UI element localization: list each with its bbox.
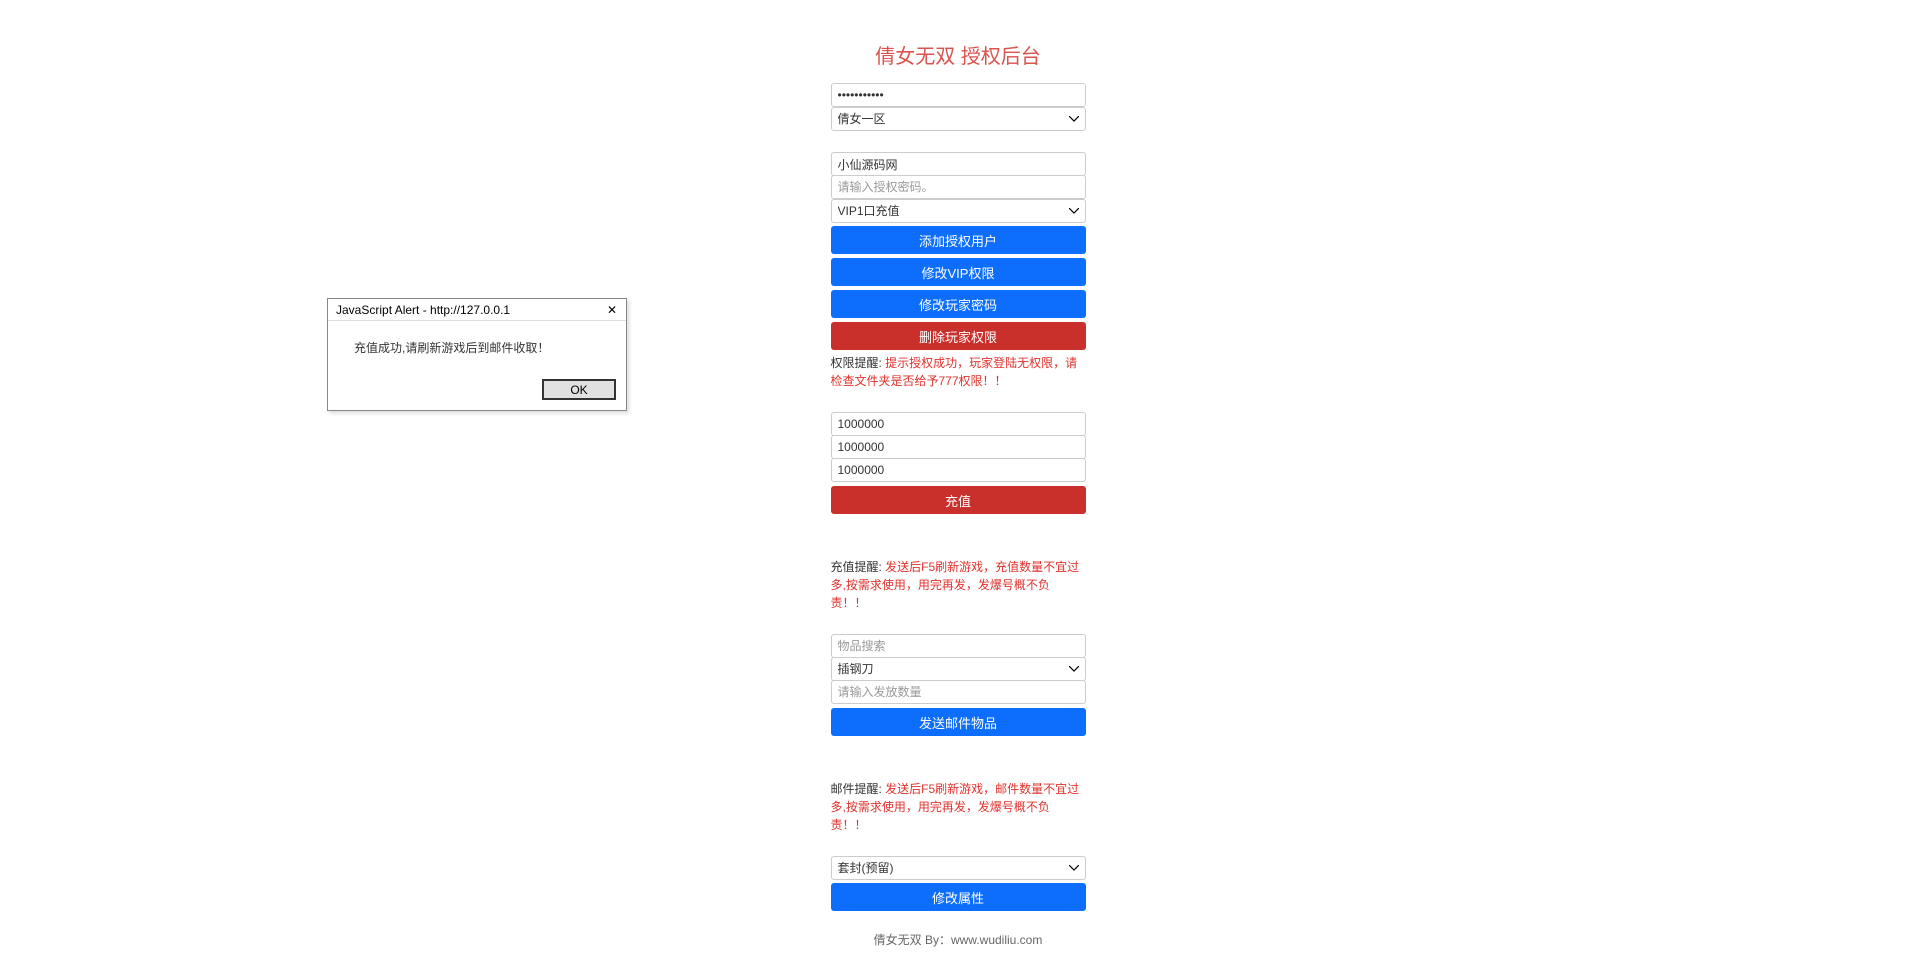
js-alert-dialog: JavaScript Alert - http://127.0.0.1 ✕ 充值…	[327, 298, 627, 411]
auth-note-label: 权限提醒:	[831, 356, 886, 370]
mail-section: 插钢刀 发送邮件物品	[831, 634, 1086, 736]
auth-username-input[interactable]	[831, 152, 1086, 176]
add-auth-user-button[interactable]: 添加授权用户	[831, 226, 1086, 254]
modify-attribute-button[interactable]: 修改属性	[831, 883, 1086, 911]
alert-message: 充值成功,请刷新游戏后到邮件收取！	[328, 321, 626, 373]
attribute-section: 套封(预留) 修改属性	[831, 856, 1086, 911]
alert-footer: OK	[328, 373, 626, 410]
item-search-input[interactable]	[831, 634, 1086, 658]
item-select[interactable]: 插钢刀	[831, 657, 1086, 681]
page-title: 倩女无双 授权后台	[831, 40, 1086, 69]
auth-password-input[interactable]	[831, 175, 1086, 199]
alert-title: JavaScript Alert - http://127.0.0.1	[336, 303, 510, 317]
area-select[interactable]: 倩女一区	[831, 107, 1086, 131]
alert-titlebar: JavaScript Alert - http://127.0.0.1 ✕	[328, 299, 626, 321]
delete-player-auth-button[interactable]: 删除玩家权限	[831, 322, 1086, 350]
recharge-button[interactable]: 充值	[831, 486, 1086, 514]
alert-ok-button[interactable]: OK	[542, 379, 616, 400]
recharge-amount-3[interactable]	[831, 458, 1086, 482]
recharge-note: 充值提醒: 发送后F5刷新游戏，充值数量不宜过多,按需求使用，用完再发，发爆号概…	[831, 558, 1086, 612]
attribute-select[interactable]: 套封(预留)	[831, 856, 1086, 880]
modify-vip-button[interactable]: 修改VIP权限	[831, 258, 1086, 286]
page-footer: 倩女无双 By：www.wudiliu.com	[831, 931, 1086, 968]
recharge-amount-1[interactable]	[831, 412, 1086, 436]
close-icon[interactable]: ✕	[602, 302, 622, 318]
send-mail-item-button[interactable]: 发送邮件物品	[831, 708, 1086, 736]
auth-note: 权限提醒: 提示授权成功，玩家登陆无权限，请检查文件夹是否给予777权限！！	[831, 354, 1086, 390]
vip-select[interactable]: VIP1口充值	[831, 199, 1086, 223]
admin-password-input[interactable]	[831, 83, 1086, 107]
auth-section: VIP1口充值 添加授权用户 修改VIP权限 修改玩家密码 删除玩家权限 权限提…	[831, 152, 1086, 390]
recharge-section: 充值	[831, 412, 1086, 514]
top-credentials: 倩女一区	[831, 83, 1086, 131]
recharge-amount-2[interactable]	[831, 435, 1086, 459]
modify-player-password-button[interactable]: 修改玩家密码	[831, 290, 1086, 318]
item-qty-input[interactable]	[831, 680, 1086, 704]
mail-note-label: 邮件提醒:	[831, 782, 886, 796]
recharge-note-label: 充值提醒:	[831, 560, 886, 574]
mail-note: 邮件提醒: 发送后F5刷新游戏，邮件数量不宜过多,按需求使用，用完再发，发爆号概…	[831, 780, 1086, 834]
admin-panel: 倩女无双 授权后台 倩女一区 VIP1口充值 添加授权用户 修改VIP权限 修改…	[831, 0, 1086, 968]
